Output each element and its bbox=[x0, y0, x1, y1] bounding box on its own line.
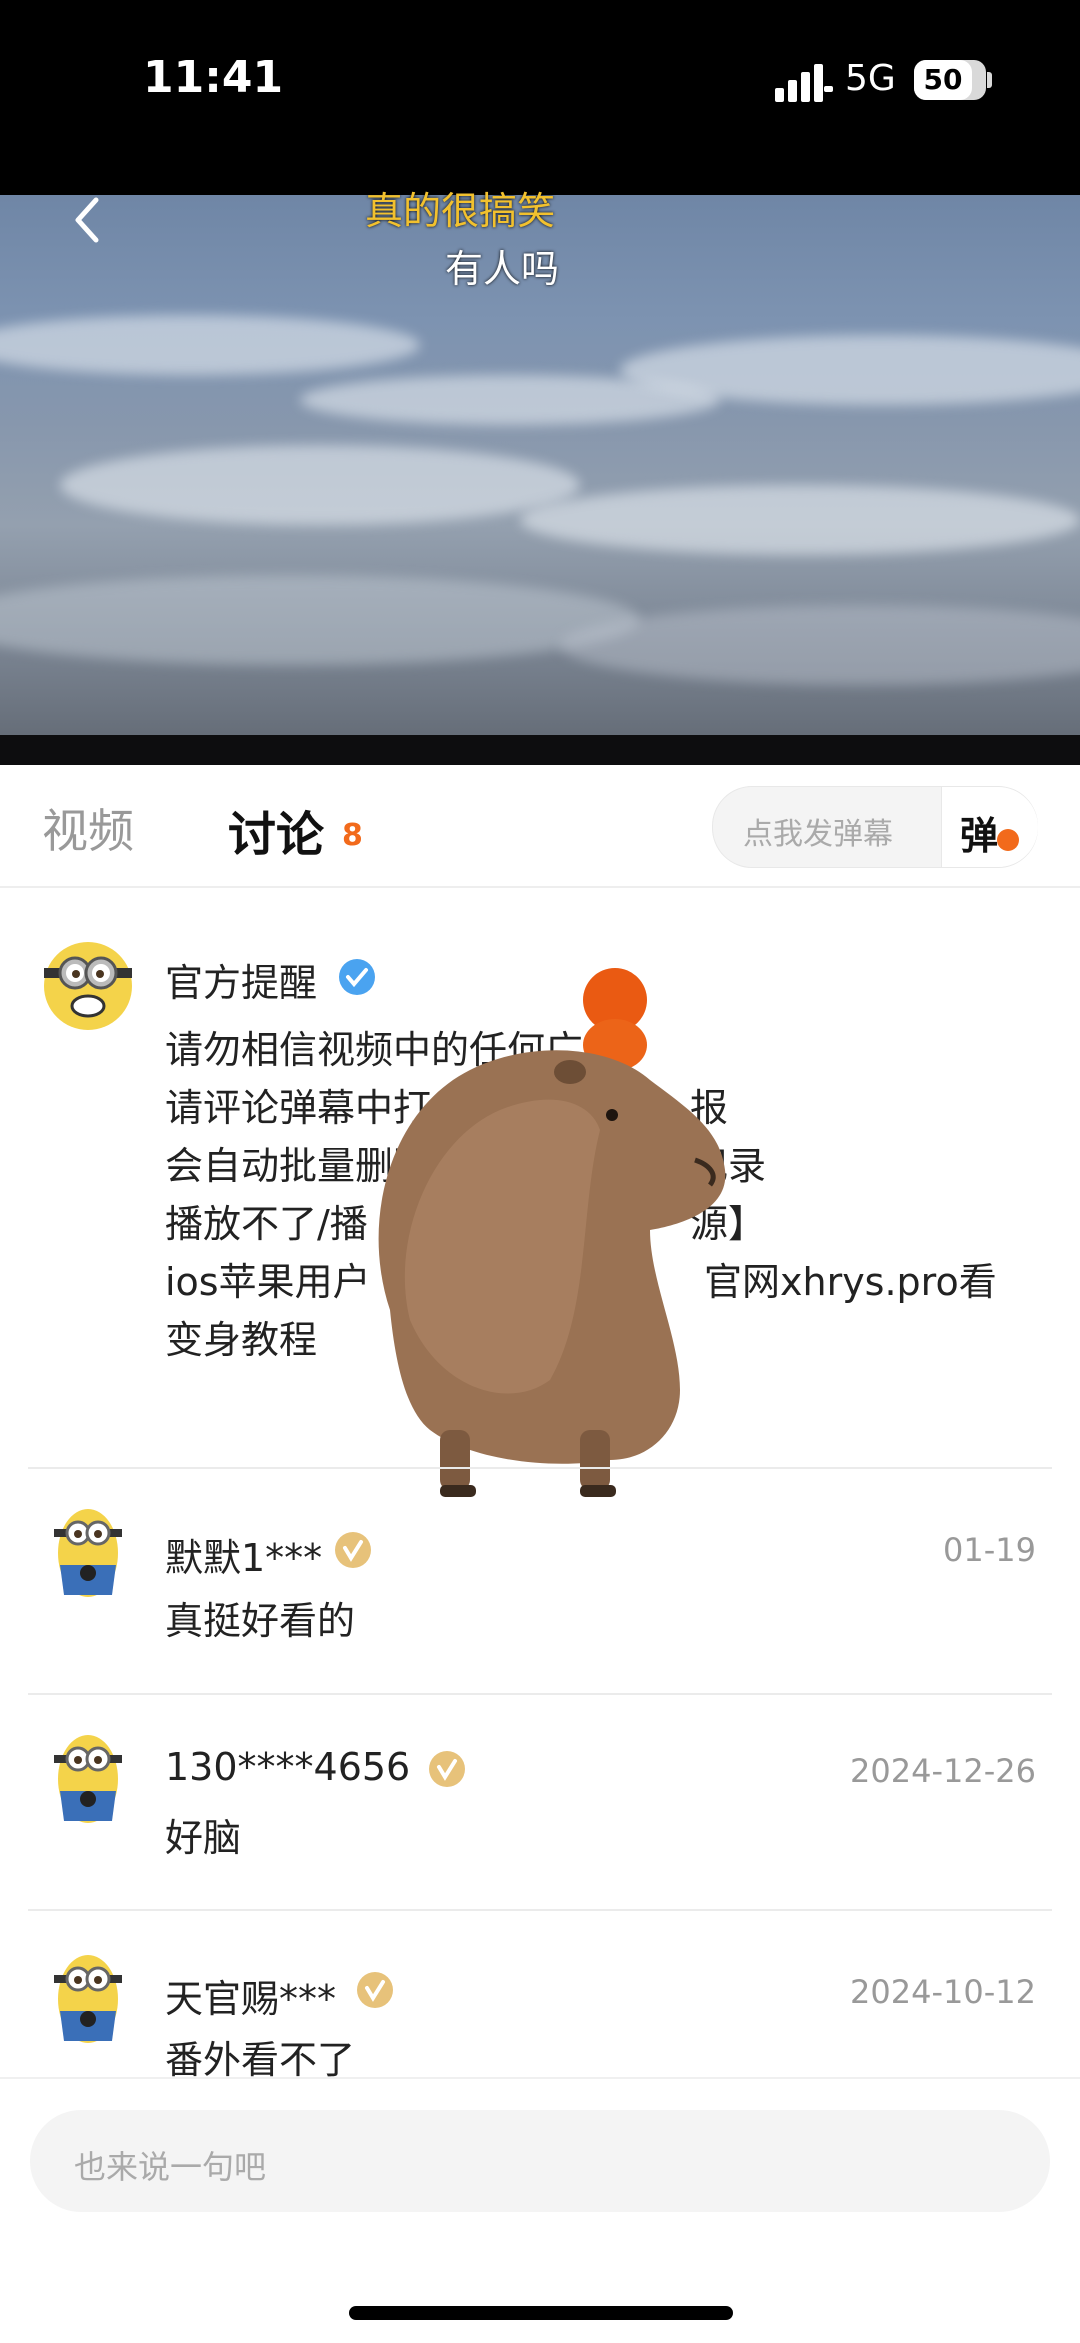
cloud bbox=[60, 445, 580, 525]
comment-author[interactable]: 官方提醒 bbox=[165, 952, 317, 1007]
comment-text: 真挺好看的 bbox=[165, 1599, 356, 1643]
comment-author[interactable]: 默默1*** bbox=[165, 1527, 322, 1582]
notice-line: 官网xhrys.pro看 bbox=[704, 1260, 997, 1304]
cloud bbox=[0, 315, 420, 375]
comment-text: 好脑 bbox=[165, 1816, 242, 1860]
tab-divider bbox=[0, 886, 1080, 888]
avatar bbox=[54, 1955, 122, 2043]
cloud bbox=[0, 575, 640, 665]
danmaku-comment: 有人吗 bbox=[445, 247, 560, 291]
notice-line: 播放不了/播 bbox=[165, 1202, 368, 1246]
verified-gold-icon bbox=[357, 1972, 393, 2008]
home-indicator[interactable] bbox=[349, 2306, 733, 2320]
battery-nub bbox=[987, 72, 992, 88]
comment-divider bbox=[28, 1909, 1052, 1911]
danmaku-send-label: 弹 bbox=[960, 814, 999, 858]
notice-line: 变身教程 bbox=[165, 1318, 318, 1362]
comment-divider bbox=[28, 1467, 1052, 1469]
danmaku-input-placeholder: 点我发弹幕 bbox=[743, 817, 893, 852]
notice-line: ios苹果用户 bbox=[165, 1260, 371, 1304]
tab-discuss[interactable]: 讨论 bbox=[228, 795, 324, 865]
danmaku-send-button[interactable]: 弹 bbox=[941, 787, 1038, 867]
verified-gold-icon bbox=[429, 1751, 465, 1787]
comment-author[interactable]: 130****4656 bbox=[165, 1745, 410, 1789]
cloud bbox=[560, 605, 1080, 685]
avatar bbox=[54, 1735, 122, 1823]
comment-author[interactable]: 天官赐*** bbox=[165, 1968, 336, 2023]
comment-divider bbox=[28, 1693, 1052, 1695]
status-time: 11:41 bbox=[143, 52, 284, 103]
verified-gold-icon bbox=[335, 1532, 371, 1568]
network-label: 5G bbox=[845, 58, 896, 99]
discuss-count-badge: 8 bbox=[342, 818, 363, 853]
video-bottom-edge bbox=[0, 735, 1080, 765]
danmaku-comment: 真的很搞笑 bbox=[365, 189, 556, 233]
back-arrow-icon[interactable] bbox=[68, 195, 108, 245]
signal-icon bbox=[775, 64, 833, 102]
avatar bbox=[44, 942, 132, 1030]
check-badge-icon bbox=[997, 829, 1019, 851]
status-bar: 11:41 5G 50 bbox=[0, 0, 1080, 195]
comment-date: 2024-12-26 bbox=[850, 1752, 1036, 1790]
avatar bbox=[54, 1509, 122, 1597]
capybara-sticker bbox=[378, 968, 726, 1497]
cloud bbox=[520, 485, 1080, 555]
comment-date: 01-19 bbox=[943, 1531, 1036, 1569]
comment-date: 2024-10-12 bbox=[850, 1973, 1036, 2011]
battery-level: 50 bbox=[914, 60, 972, 100]
tab-video[interactable]: 视频 bbox=[42, 795, 134, 861]
battery-icon: 50 bbox=[914, 60, 986, 100]
comment-input[interactable]: 也来说一句吧 bbox=[30, 2110, 1050, 2212]
comment-input-placeholder: 也来说一句吧 bbox=[74, 2148, 267, 2186]
danmaku-input[interactable]: 点我发弹幕 弹 bbox=[712, 786, 1038, 868]
